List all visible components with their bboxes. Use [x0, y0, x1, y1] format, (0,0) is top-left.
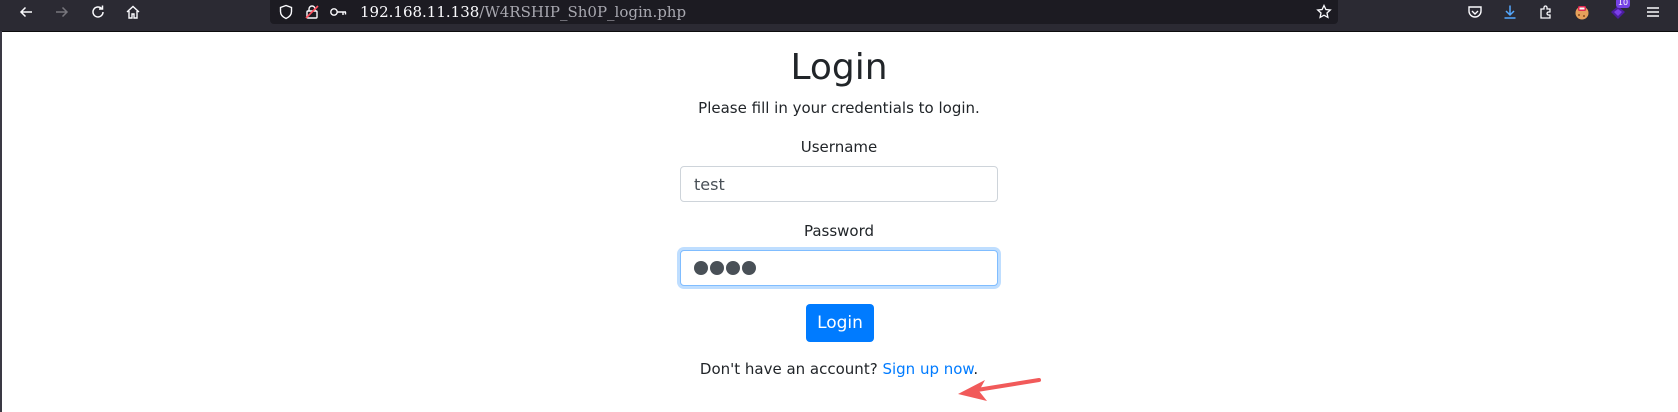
- browser-toolbar: 192.168.11.138/W4RSHIP_Sh0P_login.php 10: [0, 0, 1678, 32]
- address-bar[interactable]: 192.168.11.138/W4RSHIP_Sh0P_login.php: [270, 0, 1338, 24]
- password-dot: [742, 261, 756, 275]
- annotation-arrow: [958, 378, 1041, 401]
- password-mask: [694, 261, 756, 275]
- home-icon[interactable]: [121, 0, 145, 24]
- login-page: Login Please fill in your credentials to…: [0, 32, 1678, 412]
- menu-icon[interactable]: [1641, 0, 1665, 24]
- downloads-icon[interactable]: [1498, 0, 1522, 24]
- login-button[interactable]: Login: [806, 304, 874, 342]
- url-host: 192.168.11.138: [360, 3, 480, 21]
- username-value: test: [694, 174, 725, 194]
- reload-icon[interactable]: [86, 0, 110, 24]
- username-label: Username: [800, 138, 878, 156]
- extension-cookie-icon[interactable]: [1570, 0, 1594, 24]
- forward-icon[interactable]: [50, 0, 74, 24]
- password-dot: [694, 261, 708, 275]
- username-input[interactable]: test: [680, 166, 998, 202]
- signup-line: Don't have an account? Sign up now.: [0, 359, 1678, 379]
- password-dot: [726, 261, 740, 275]
- password-input[interactable]: [680, 250, 998, 286]
- signup-link[interactable]: Sign up now: [882, 360, 973, 378]
- bookmark-star-icon[interactable]: [1314, 0, 1334, 24]
- extensions-icon[interactable]: [1534, 0, 1558, 24]
- pocket-icon[interactable]: [1463, 0, 1487, 24]
- signup-prompt: Don't have an account?: [699, 360, 878, 378]
- password-dot: [710, 261, 724, 275]
- extension-badge: 10: [1616, 0, 1630, 8]
- signup-suffix: .: [973, 360, 979, 378]
- url-path: /W4RSHIP_Sh0P_login.php: [479, 3, 687, 21]
- back-icon[interactable]: [14, 0, 38, 24]
- password-label: Password: [803, 222, 875, 240]
- page-title: Login: [790, 47, 888, 88]
- page-subtitle: Please fill in your credentials to login…: [698, 99, 980, 117]
- shield-icon[interactable]: [276, 0, 296, 24]
- key-icon[interactable]: [328, 0, 348, 24]
- insecure-lock-icon[interactable]: [302, 0, 322, 24]
- url-text[interactable]: 192.168.11.138/W4RSHIP_Sh0P_login.php: [360, 2, 686, 22]
